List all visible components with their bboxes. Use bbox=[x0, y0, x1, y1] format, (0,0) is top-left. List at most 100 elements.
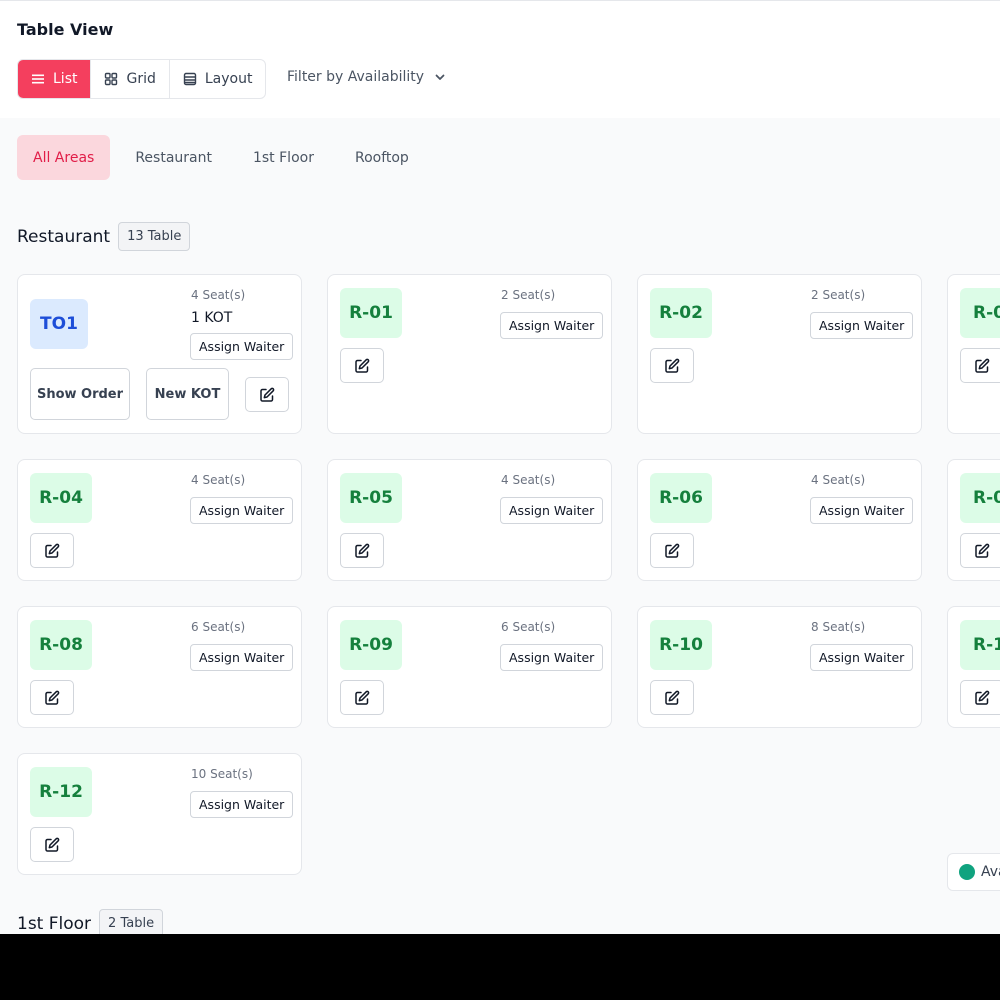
table-card[interactable]: R-06 4 Seat(s) Assign Waiter bbox=[637, 459, 922, 581]
section-header-restaurant: Restaurant 13 Table bbox=[17, 222, 191, 251]
assign-waiter-button[interactable]: Assign Waiter bbox=[500, 312, 604, 339]
view-toggle: List Grid Layout bbox=[17, 59, 267, 99]
layout-view-label: Layout bbox=[204, 71, 253, 87]
list-view-button[interactable]: List bbox=[18, 60, 92, 98]
assign-waiter-button[interactable]: Assign Waiter bbox=[810, 644, 914, 671]
table-card[interactable]: R-12 10 Seat(s) Assign Waiter bbox=[17, 753, 302, 875]
assign-waiter-button[interactable]: Assign Waiter bbox=[500, 497, 604, 524]
edit-table-button[interactable] bbox=[960, 533, 1000, 568]
table-card[interactable]: TO1 4 Seat(s) 1 KOT Assign Waiter Show O… bbox=[17, 274, 302, 434]
table-card[interactable]: R-08 6 Seat(s) Assign Waiter bbox=[17, 606, 302, 728]
edit-icon bbox=[665, 690, 680, 705]
assign-waiter-button[interactable]: Assign Waiter bbox=[500, 644, 604, 671]
table-card[interactable]: R-0 bbox=[947, 459, 1000, 581]
edit-table-button[interactable] bbox=[30, 827, 74, 862]
grid-icon bbox=[105, 72, 118, 86]
availability-legend: Ava bbox=[947, 853, 1000, 891]
edit-table-button[interactable] bbox=[340, 680, 384, 715]
table-code: R-0 bbox=[960, 288, 1000, 338]
table-card[interactable]: R-05 4 Seat(s) Assign Waiter bbox=[327, 459, 612, 581]
assign-waiter-button[interactable]: Assign Waiter bbox=[190, 497, 294, 524]
layout-view-button[interactable]: Layout bbox=[170, 60, 266, 98]
tab-rooftop[interactable]: Rooftop bbox=[339, 135, 425, 180]
table-card[interactable]: R-02 2 Seat(s) Assign Waiter bbox=[637, 274, 922, 434]
table-code: R-08 bbox=[30, 620, 92, 670]
edit-table-button[interactable] bbox=[960, 348, 1000, 383]
area-tabs: All Areas Restaurant 1st Floor Rooftop bbox=[17, 135, 434, 180]
table-code: R-02 bbox=[650, 288, 712, 338]
edit-icon bbox=[975, 358, 990, 373]
edit-table-button[interactable] bbox=[650, 680, 694, 715]
seat-count: 6 Seat(s) bbox=[501, 620, 556, 634]
top-bar: Table View List Grid Layout Filter by Av… bbox=[0, 0, 1000, 118]
filter-by-availability-dropdown[interactable]: Filter by Availability bbox=[287, 69, 446, 85]
filter-label: Filter by Availability bbox=[287, 69, 425, 85]
table-count-badge: 2 Table bbox=[99, 909, 164, 934]
table-code: R-04 bbox=[30, 473, 92, 523]
edit-icon bbox=[665, 358, 680, 373]
edit-icon bbox=[665, 543, 680, 558]
table-code: R-05 bbox=[340, 473, 402, 523]
tab-all-areas[interactable]: All Areas bbox=[17, 135, 111, 180]
table-card[interactable]: R-01 2 Seat(s) Assign Waiter bbox=[327, 274, 612, 434]
seat-count: 4 Seat(s) bbox=[191, 288, 246, 302]
kot-count: 1 KOT bbox=[191, 310, 233, 326]
edit-icon bbox=[45, 690, 60, 705]
grid-view-button[interactable]: Grid bbox=[91, 60, 170, 98]
tab-restaurant[interactable]: Restaurant bbox=[119, 135, 228, 180]
edit-table-button[interactable] bbox=[30, 533, 74, 568]
seat-count: 2 Seat(s) bbox=[811, 288, 866, 302]
table-card[interactable]: R-10 8 Seat(s) Assign Waiter bbox=[637, 606, 922, 728]
app: Table View List Grid Layout Filter by Av… bbox=[0, 0, 1000, 934]
assign-waiter-button[interactable]: Assign Waiter bbox=[810, 497, 914, 524]
seat-count: 2 Seat(s) bbox=[501, 288, 556, 302]
edit-icon bbox=[45, 543, 60, 558]
page-title: Table View bbox=[17, 20, 114, 39]
table-code: R-01 bbox=[340, 288, 402, 338]
tab-1st-floor[interactable]: 1st Floor bbox=[237, 135, 330, 180]
table-count-badge: 13 Table bbox=[118, 222, 191, 251]
table-code: R-1 bbox=[960, 620, 1000, 670]
edit-icon bbox=[355, 543, 370, 558]
table-card[interactable]: R-04 4 Seat(s) Assign Waiter bbox=[17, 459, 302, 581]
section-title: 1st Floor bbox=[17, 913, 92, 934]
assign-waiter-button[interactable]: Assign Waiter bbox=[810, 312, 914, 339]
table-code: R-10 bbox=[650, 620, 712, 670]
legend-label: Ava bbox=[981, 864, 1000, 880]
list-view-label: List bbox=[53, 71, 78, 87]
edit-table-button[interactable] bbox=[650, 348, 694, 383]
table-code: R-09 bbox=[340, 620, 402, 670]
seat-count: 4 Seat(s) bbox=[191, 473, 246, 487]
edit-icon bbox=[355, 690, 370, 705]
edit-table-button[interactable] bbox=[650, 533, 694, 568]
edit-table-button[interactable] bbox=[340, 348, 384, 383]
table-card[interactable]: R-1 bbox=[947, 606, 1000, 728]
layout-icon bbox=[183, 72, 197, 86]
new-kot-button[interactable]: New KOT bbox=[146, 368, 229, 420]
section-header-1st-floor: 1st Floor 2 Table bbox=[17, 909, 164, 934]
edit-table-button[interactable] bbox=[30, 680, 74, 715]
grid-view-label: Grid bbox=[126, 71, 156, 87]
edit-icon bbox=[975, 543, 990, 558]
assign-waiter-button[interactable]: Assign Waiter bbox=[190, 333, 294, 360]
available-status-dot bbox=[959, 864, 975, 880]
seat-count: 8 Seat(s) bbox=[811, 620, 866, 634]
table-code: R-12 bbox=[30, 767, 92, 817]
edit-icon bbox=[260, 387, 275, 402]
seat-count: 10 Seat(s) bbox=[191, 767, 253, 781]
edit-icon bbox=[355, 358, 370, 373]
table-card[interactable]: R-09 6 Seat(s) Assign Waiter bbox=[327, 606, 612, 728]
table-card[interactable]: R-0 bbox=[947, 274, 1000, 434]
edit-table-button[interactable] bbox=[245, 377, 289, 412]
edit-icon bbox=[45, 837, 60, 852]
edit-icon bbox=[975, 690, 990, 705]
show-order-button[interactable]: Show Order bbox=[30, 368, 130, 420]
assign-waiter-button[interactable]: Assign Waiter bbox=[190, 644, 294, 671]
seat-count: 6 Seat(s) bbox=[191, 620, 246, 634]
edit-table-button[interactable] bbox=[340, 533, 384, 568]
assign-waiter-button[interactable]: Assign Waiter bbox=[190, 791, 294, 818]
list-icon bbox=[32, 74, 44, 84]
edit-table-button[interactable] bbox=[960, 680, 1000, 715]
table-code: R-06 bbox=[650, 473, 712, 523]
seat-count: 4 Seat(s) bbox=[811, 473, 866, 487]
